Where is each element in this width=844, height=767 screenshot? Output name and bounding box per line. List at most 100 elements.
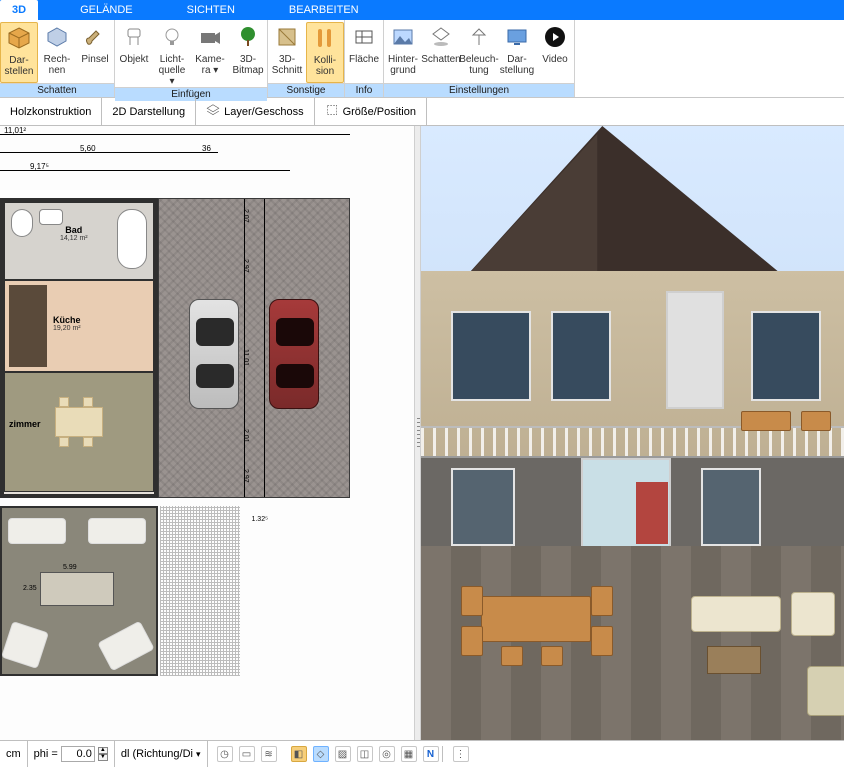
dl-field[interactable]: dl (Richtung/Di ▾: [115, 741, 208, 767]
plan-lower-room: 5.99 2.35: [0, 506, 158, 676]
ribbon-hintergrund[interactable]: Hinter- grund: [384, 22, 422, 83]
window-3d: [751, 311, 821, 401]
ribbon-rechnen[interactable]: Rech- nen: [38, 22, 76, 83]
chair-icon: [121, 24, 147, 50]
rings-icon[interactable]: ◎: [379, 746, 395, 762]
cube-icon[interactable]: ◫: [357, 746, 373, 762]
plan-chair-icon: [83, 397, 93, 407]
ribbon-group-sonstige: 3D- Schnitt Kolli- sion Sonstige: [268, 20, 345, 97]
plan-table-icon: [55, 407, 103, 437]
ribbon-group-info: Fläche Info: [345, 20, 384, 97]
tree-icon: [235, 24, 261, 50]
collision-icon: [312, 25, 338, 51]
plan-car-red: [269, 299, 319, 409]
plan-armchair-icon: [97, 621, 154, 672]
terrace-chair-3d: [591, 586, 613, 616]
terrace-chair-3d: [461, 586, 483, 616]
subbar-2d-darstellung[interactable]: 2D Darstellung: [102, 98, 196, 125]
bulb-icon: [159, 24, 185, 50]
ribbon-kamera[interactable]: Kame- ra ▾: [191, 22, 229, 87]
ribbon-3dbitmap[interactable]: 3D- Bitmap: [229, 22, 267, 87]
plan-chair-icon: [83, 437, 93, 447]
calc-icon: [44, 24, 70, 50]
subbar-groesse-position[interactable]: Größe/Position: [315, 98, 427, 125]
terrace-coffee-table-3d: [707, 646, 761, 674]
status-bar-inputs: cm phi = ▲▼ dl (Richtung/Di ▾ ◷ ▭ ≋ ◧ ◇ …: [0, 740, 844, 767]
brush-icon: [82, 24, 108, 50]
hatch-icon[interactable]: ▨: [335, 746, 351, 762]
phi-spinner[interactable]: ▲▼: [98, 747, 108, 761]
ribbon-group-einstellungen: Hinter- grund Schatten Beleuch- tung: [384, 20, 575, 97]
stack-icon[interactable]: ◧: [291, 746, 307, 762]
section-icon: [274, 24, 300, 50]
ribbon-pinsel[interactable]: Pinsel: [76, 22, 114, 83]
ribbon: Dar- stellen Rech- nen Pinsel Schatten: [0, 20, 844, 98]
tab-gelaende[interactable]: GELÄNDE: [68, 0, 145, 20]
workspace: 11,01² 5,60 36 9,17⁵ 2.07 2.97 11.01 2.0…: [0, 126, 844, 740]
screen-icon[interactable]: ▭: [239, 746, 255, 762]
terrace-chair-3d: [501, 646, 523, 666]
ribbon-kollision[interactable]: Kolli- sion: [306, 22, 344, 83]
plan-armchair-icon: [1, 621, 49, 669]
ribbon-schatten[interactable]: Schatten: [422, 22, 460, 83]
terrace-chair-3d: [591, 626, 613, 656]
plan-sofa-icon: [88, 518, 146, 544]
camera-icon: [197, 24, 223, 50]
unit-label: cm: [0, 741, 28, 767]
terrace-lounger-3d: [807, 666, 844, 716]
ribbon-objekt[interactable]: Objekt: [115, 22, 153, 87]
more-icon[interactable]: ⋮: [453, 746, 469, 762]
ribbon-lichtquelle[interactable]: Licht- quelle ▾: [153, 22, 191, 87]
plan-coffee-table-icon: 5.99 2.35: [40, 572, 114, 606]
balcony-chair-3d: [801, 411, 831, 431]
ribbon-group-schatten: Dar- stellen Rech- nen Pinsel Schatten: [0, 20, 115, 97]
plan-chair-icon: [59, 437, 69, 447]
window-3d: [451, 311, 531, 401]
dimension-rulers: 11,01² 5,60 36 9,17⁵: [0, 126, 414, 181]
tab-bearbeiten[interactable]: BEARBEITEN: [277, 0, 371, 20]
view-mode-icons: ◷ ▭ ≋ ◧ ◇ ▨ ◫ ◎ ▦ N ⋮: [208, 741, 844, 767]
play-icon: [542, 24, 568, 50]
plan-room-zimmer: zimmer: [4, 372, 154, 492]
plan-bathtub-icon: [117, 209, 147, 269]
house-wall-lower: [421, 458, 844, 558]
grid-icon[interactable]: ▦: [401, 746, 417, 762]
ribbon-group-label: Schatten: [0, 83, 114, 97]
phi-input[interactable]: [61, 746, 95, 762]
view-3d[interactable]: [421, 126, 844, 740]
tab-3d[interactable]: 3D: [0, 0, 38, 20]
view-2d[interactable]: 11,01² 5,60 36 9,17⁵ 2.07 2.97 11.01 2.0…: [0, 126, 414, 740]
monitor-icon: [504, 24, 530, 50]
bounds-icon: [325, 103, 339, 120]
plan-terrace-strip: 1.32⁵: [160, 506, 240, 676]
north-icon[interactable]: N: [423, 746, 439, 762]
diamond-icon[interactable]: ◇: [313, 746, 329, 762]
terrace-chair-3d: [461, 626, 483, 656]
ribbon-darstellen[interactable]: Dar- stellen: [0, 22, 38, 83]
clock-icon[interactable]: ◷: [217, 746, 233, 762]
ribbon-beleuchtung[interactable]: Beleuch- tung: [460, 22, 498, 83]
plan-toilet-icon: [11, 209, 33, 237]
tab-sichten[interactable]: SICHTEN: [175, 0, 247, 20]
window-3d: [701, 468, 761, 546]
ribbon-group-label: Einstellungen: [384, 83, 574, 97]
terrace-table-3d: [481, 596, 591, 642]
plan-counter-icon: [9, 285, 47, 367]
house-terrace: [421, 546, 844, 740]
ribbon-video[interactable]: Video: [536, 22, 574, 83]
bg-icon: [390, 24, 416, 50]
main-tabs: 3D GELÄNDE SICHTEN BEARBEITEN: [0, 0, 844, 20]
window-3d: [451, 468, 515, 546]
plan-car-silver: [189, 299, 239, 409]
ribbon-3dschnitt[interactable]: 3D- Schnitt: [268, 22, 306, 83]
terrace-chair-3d: [541, 646, 563, 666]
subbar-holzkonstruktion[interactable]: Holzkonstruktion: [0, 98, 102, 125]
plan-driveway: 2.07 2.97 11.01 2.01 2.97: [158, 198, 350, 498]
plan-sink-icon: [39, 209, 63, 225]
ribbon-flaeche[interactable]: Fläche: [345, 22, 383, 83]
plan-room-kueche: Küche 19,20 m²: [4, 280, 154, 372]
layers-icon[interactable]: ≋: [261, 746, 277, 762]
view-splitter[interactable]: [414, 126, 421, 740]
ribbon-darstellung[interactable]: Dar- stellung: [498, 22, 536, 83]
subbar-layer-geschoss[interactable]: Layer/Geschoss: [196, 98, 314, 125]
